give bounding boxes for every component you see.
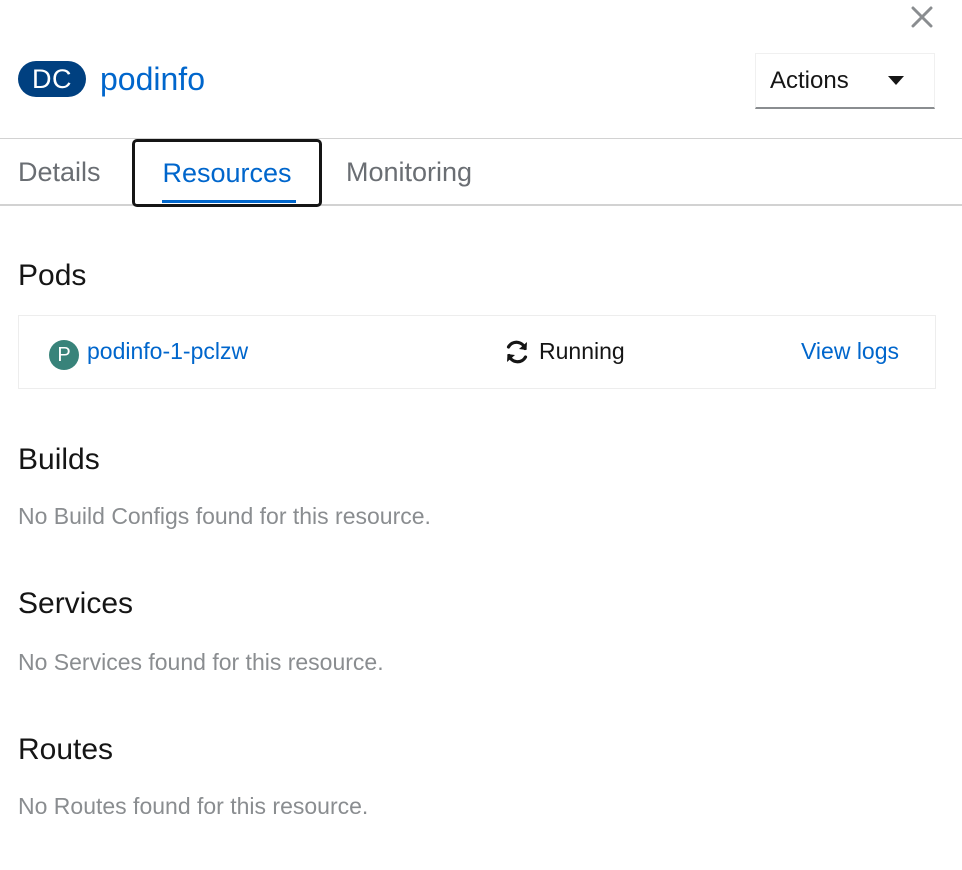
sync-icon (506, 340, 528, 364)
resource-title[interactable]: podinfo (100, 59, 205, 99)
tab-resources[interactable]: Resources (132, 139, 322, 207)
pod-row: P podinfo-1-pclzw Running View logs (18, 315, 936, 389)
view-logs-link[interactable]: View logs (801, 338, 899, 365)
tab-monitoring[interactable]: Monitoring (346, 139, 488, 205)
tab-resources-label: Resources (162, 157, 292, 188)
routes-empty-message: No Routes found for this resource. (18, 793, 369, 819)
tab-bar: Details Resources Monitoring (0, 138, 962, 207)
pod-status: Running (539, 338, 625, 364)
pods-heading: Pods (18, 259, 87, 292)
services-empty-message: No Services found for this resource. (18, 649, 384, 675)
actions-dropdown[interactable]: Actions (755, 53, 935, 109)
close-button[interactable] (906, 2, 938, 32)
pod-kind-badge: P (49, 340, 79, 370)
routes-heading: Routes (18, 733, 114, 766)
resource-kind-badge: DC (18, 61, 86, 97)
builds-heading: Builds (18, 443, 100, 476)
builds-empty-message: No Build Configs found for this resource… (18, 503, 431, 529)
actions-label: Actions (770, 66, 849, 94)
side-panel: DC podinfo Actions Details Resources Mon… (0, 0, 962, 870)
caret-down-icon (888, 75, 904, 85)
services-heading: Services (18, 587, 134, 620)
tab-details[interactable]: Details (18, 139, 108, 205)
active-tab-indicator (162, 200, 296, 203)
pod-name-link[interactable]: podinfo-1-pclzw (87, 338, 248, 365)
close-icon (911, 6, 933, 28)
resource-header: DC podinfo (18, 58, 205, 100)
